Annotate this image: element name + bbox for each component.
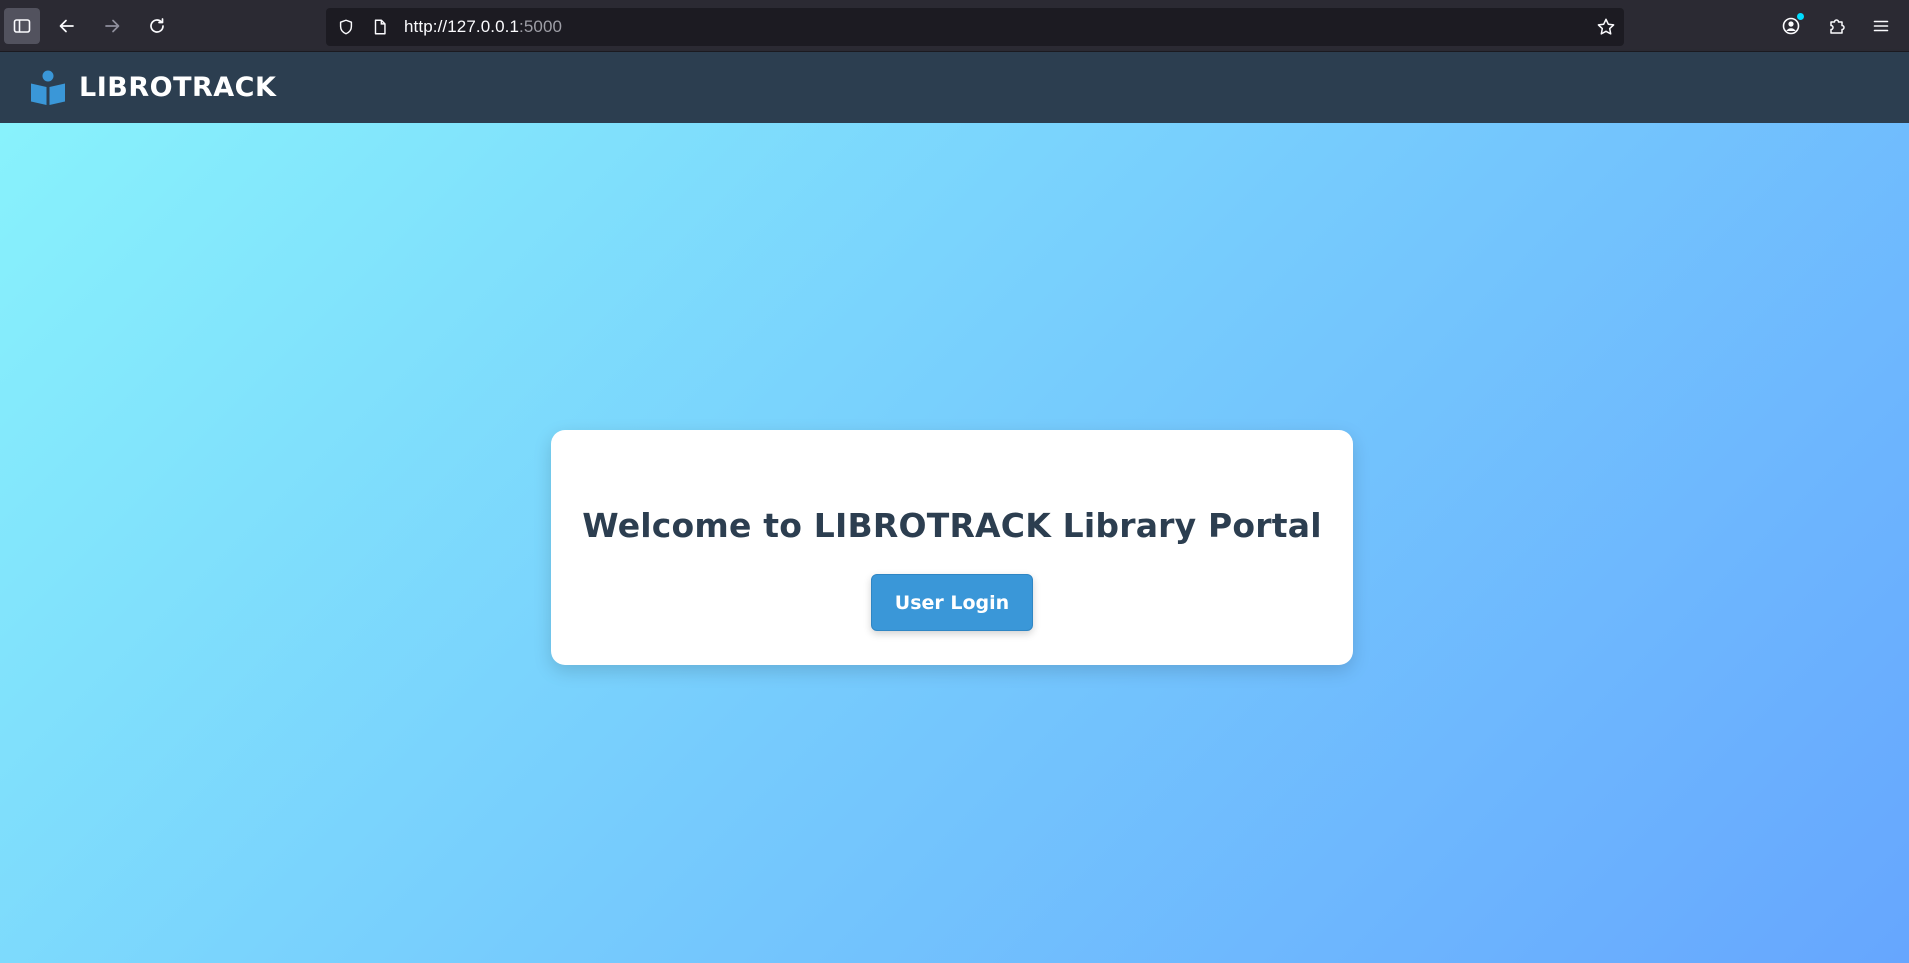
address-bar[interactable]: http://127.0.0.1:5000 xyxy=(326,8,1624,46)
book-reader-icon xyxy=(31,70,65,105)
main-content: Welcome to LIBROTRACK Library Portal Use… xyxy=(0,123,1909,963)
back-button[interactable] xyxy=(49,8,85,44)
page-icon xyxy=(370,17,390,37)
welcome-card: Welcome to LIBROTRACK Library Portal Use… xyxy=(551,430,1353,665)
star-icon[interactable] xyxy=(1596,17,1616,37)
notification-dot xyxy=(1797,13,1804,20)
shield-icon[interactable] xyxy=(336,17,356,37)
forward-arrow-icon xyxy=(105,19,120,33)
site-header: LIBROTRACK xyxy=(0,52,1909,123)
sidebar-icon xyxy=(13,19,31,33)
reload-button[interactable] xyxy=(139,8,175,44)
forward-button[interactable] xyxy=(94,8,130,44)
extensions-button[interactable] xyxy=(1819,8,1855,44)
brand-name[interactable]: LIBROTRACK xyxy=(79,72,276,103)
url-text: http://127.0.0.1:5000 xyxy=(404,17,562,37)
reload-icon xyxy=(150,18,164,33)
puzzle-icon xyxy=(1830,19,1845,34)
browser-toolbar: http://127.0.0.1:5000 xyxy=(0,0,1909,52)
back-arrow-icon xyxy=(59,19,74,33)
menu-button[interactable] xyxy=(1863,8,1899,44)
url-port: :5000 xyxy=(519,17,563,36)
user-login-button[interactable]: User Login xyxy=(871,574,1033,631)
page-title: Welcome to LIBROTRACK Library Portal xyxy=(582,506,1322,545)
sidebar-toggle-button[interactable] xyxy=(4,8,40,44)
url-host: http://127.0.0.1 xyxy=(404,17,520,36)
account-button[interactable] xyxy=(1773,8,1809,44)
hamburger-menu-icon xyxy=(1873,20,1889,32)
